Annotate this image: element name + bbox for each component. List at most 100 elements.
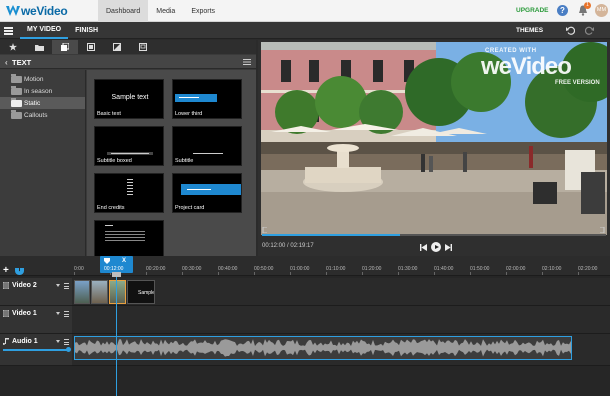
category-callouts[interactable]: Callouts [0,109,85,121]
top-bar: weVideo Dashboard Media Exports UPGRADE … [0,0,610,22]
ruler-tick-mark [326,272,327,275]
text-layers-icon [61,43,69,51]
video-preview-panel: CREATED WITH weVideo FREE VERSION 00:12:… [258,40,610,256]
preview-progress-bar[interactable] [262,234,606,236]
upgrade-link[interactable]: UPGRADE [516,7,549,14]
timeline: + 0:0000:10:0000:20:0000:30:0000:40:0000… [0,256,610,396]
track-options-chevron-icon[interactable] [56,312,60,315]
tab-transitions[interactable] [104,40,130,54]
text-template-subtitle[interactable]: Subtitle [172,126,242,166]
lane-audio-1[interactable] [72,334,610,366]
category-motion[interactable]: Motion [0,73,85,85]
ruler-tick-mark [146,272,147,275]
wevideo-logo[interactable]: weVideo [6,4,68,18]
folder-icon [11,110,22,119]
track-name: Video 1 [12,310,37,317]
help-icon[interactable]: ? [557,5,568,16]
tab-favorites[interactable] [0,40,26,54]
tab-finish[interactable]: FINISH [68,22,105,39]
ruler-tick-mark [434,272,435,275]
text-template-grid: Sample text Basic text Lower third Subti… [87,70,256,256]
list-view-icon[interactable] [243,59,251,65]
clip-thumbnail [92,281,107,303]
tab-my-video[interactable]: MY VIDEO [20,22,69,39]
track-name: Video 2 [12,282,37,289]
user-avatar[interactable]: MM [595,4,608,17]
split-marker-icon[interactable] [104,258,110,264]
ruler-tick-mark [398,272,399,275]
category-in-season[interactable]: In season [0,85,85,97]
play-button[interactable] [431,242,441,252]
ruler-tick-label: 01:40:00 [434,266,454,272]
logo-mark-icon [6,5,20,16]
clip-thumbnail [75,281,89,303]
text-template-subtitle-boxed[interactable]: Subtitle boxed [94,126,164,166]
ruler-tick-mark [254,272,255,275]
text-template-end-credits[interactable]: End credits [94,173,164,213]
playhead-close-icon[interactable]: X [122,258,126,264]
track-header-video-2[interactable]: Video 2 [0,278,72,306]
skip-back-icon[interactable] [420,243,427,251]
lane-video-1[interactable] [72,306,610,334]
nav-media[interactable]: Media [148,0,183,22]
track-menu-icon[interactable] [64,311,69,317]
notification-count-badge: 1 [584,2,591,9]
track-options-chevron-icon[interactable] [56,284,60,287]
undo-icon[interactable] [566,26,575,35]
video-clip[interactable] [74,280,90,304]
tab-media-folders[interactable] [26,40,52,54]
text-template-project-card[interactable]: Project card [172,173,242,213]
category-static[interactable]: Static [0,97,85,109]
category-label: Motion [24,75,44,83]
timeline-ruler[interactable]: + 0:0000:10:0000:20:0000:30:0000:40:0000… [0,256,610,276]
ruler-tick-label: 00:30:00 [182,266,202,272]
preview-progress-fill [262,234,400,236]
track-header-video-1[interactable]: Video 1 [0,306,72,334]
video-clip-selected[interactable] [109,280,126,304]
playback-controls: 00:12:00 / 02:19:17 [258,227,610,256]
video-frame[interactable]: CREATED WITH weVideo FREE VERSION [261,42,607,235]
folder-icon [11,98,22,107]
trim-start-bracket-icon[interactable] [262,227,268,233]
template-label: Subtitle [175,158,194,164]
audio-volume-handle[interactable] [66,347,71,352]
text-clip[interactable]: Sample [127,280,155,304]
folder-icon [11,86,22,95]
tab-graphics[interactable] [78,40,104,54]
ruler-tick-mark [362,272,363,275]
backgrounds-icon [139,43,147,51]
lane-video-2[interactable]: Sample [72,278,610,306]
audio-volume-line[interactable] [3,349,69,351]
template-label: End credits [97,205,125,211]
track-header-audio-1[interactable]: Audio 1 [0,334,72,366]
placeholder-line [193,153,223,154]
back-chevron-icon[interactable]: ‹ [5,58,8,67]
skip-forward-icon[interactable] [445,243,452,251]
themes-button[interactable]: THEMES [516,27,543,34]
text-template-basic[interactable]: Sample text Basic text [94,79,164,119]
placeholder-line [105,225,113,226]
folder-icon [34,44,44,51]
nav-dashboard[interactable]: Dashboard [98,0,149,22]
text-template-lower-third[interactable]: Lower third [172,79,242,119]
text-template-list[interactable] [94,220,164,256]
redo-icon[interactable] [585,26,594,35]
menu-icon[interactable] [4,27,13,35]
track-menu-icon[interactable] [64,283,69,289]
playhead-grip[interactable] [112,272,121,277]
tab-text[interactable] [52,40,78,54]
nav-exports[interactable]: Exports [183,0,223,22]
ruler-tick-label: 01:30:00 [398,266,418,272]
trim-end-bracket-icon[interactable] [599,227,605,233]
track-menu-icon[interactable] [64,339,69,345]
ruler-tick-mark [218,272,219,275]
ruler-tick-label: 01:20:00 [362,266,382,272]
tab-backgrounds[interactable] [130,40,156,54]
audio-waveform [75,339,571,357]
magnet-snap-icon[interactable] [15,268,24,275]
add-track-icon[interactable]: + [3,266,9,276]
track-options-chevron-icon[interactable] [56,340,60,343]
list-lines [105,231,145,232]
audio-clip[interactable] [74,336,572,360]
video-clip[interactable] [91,280,108,304]
